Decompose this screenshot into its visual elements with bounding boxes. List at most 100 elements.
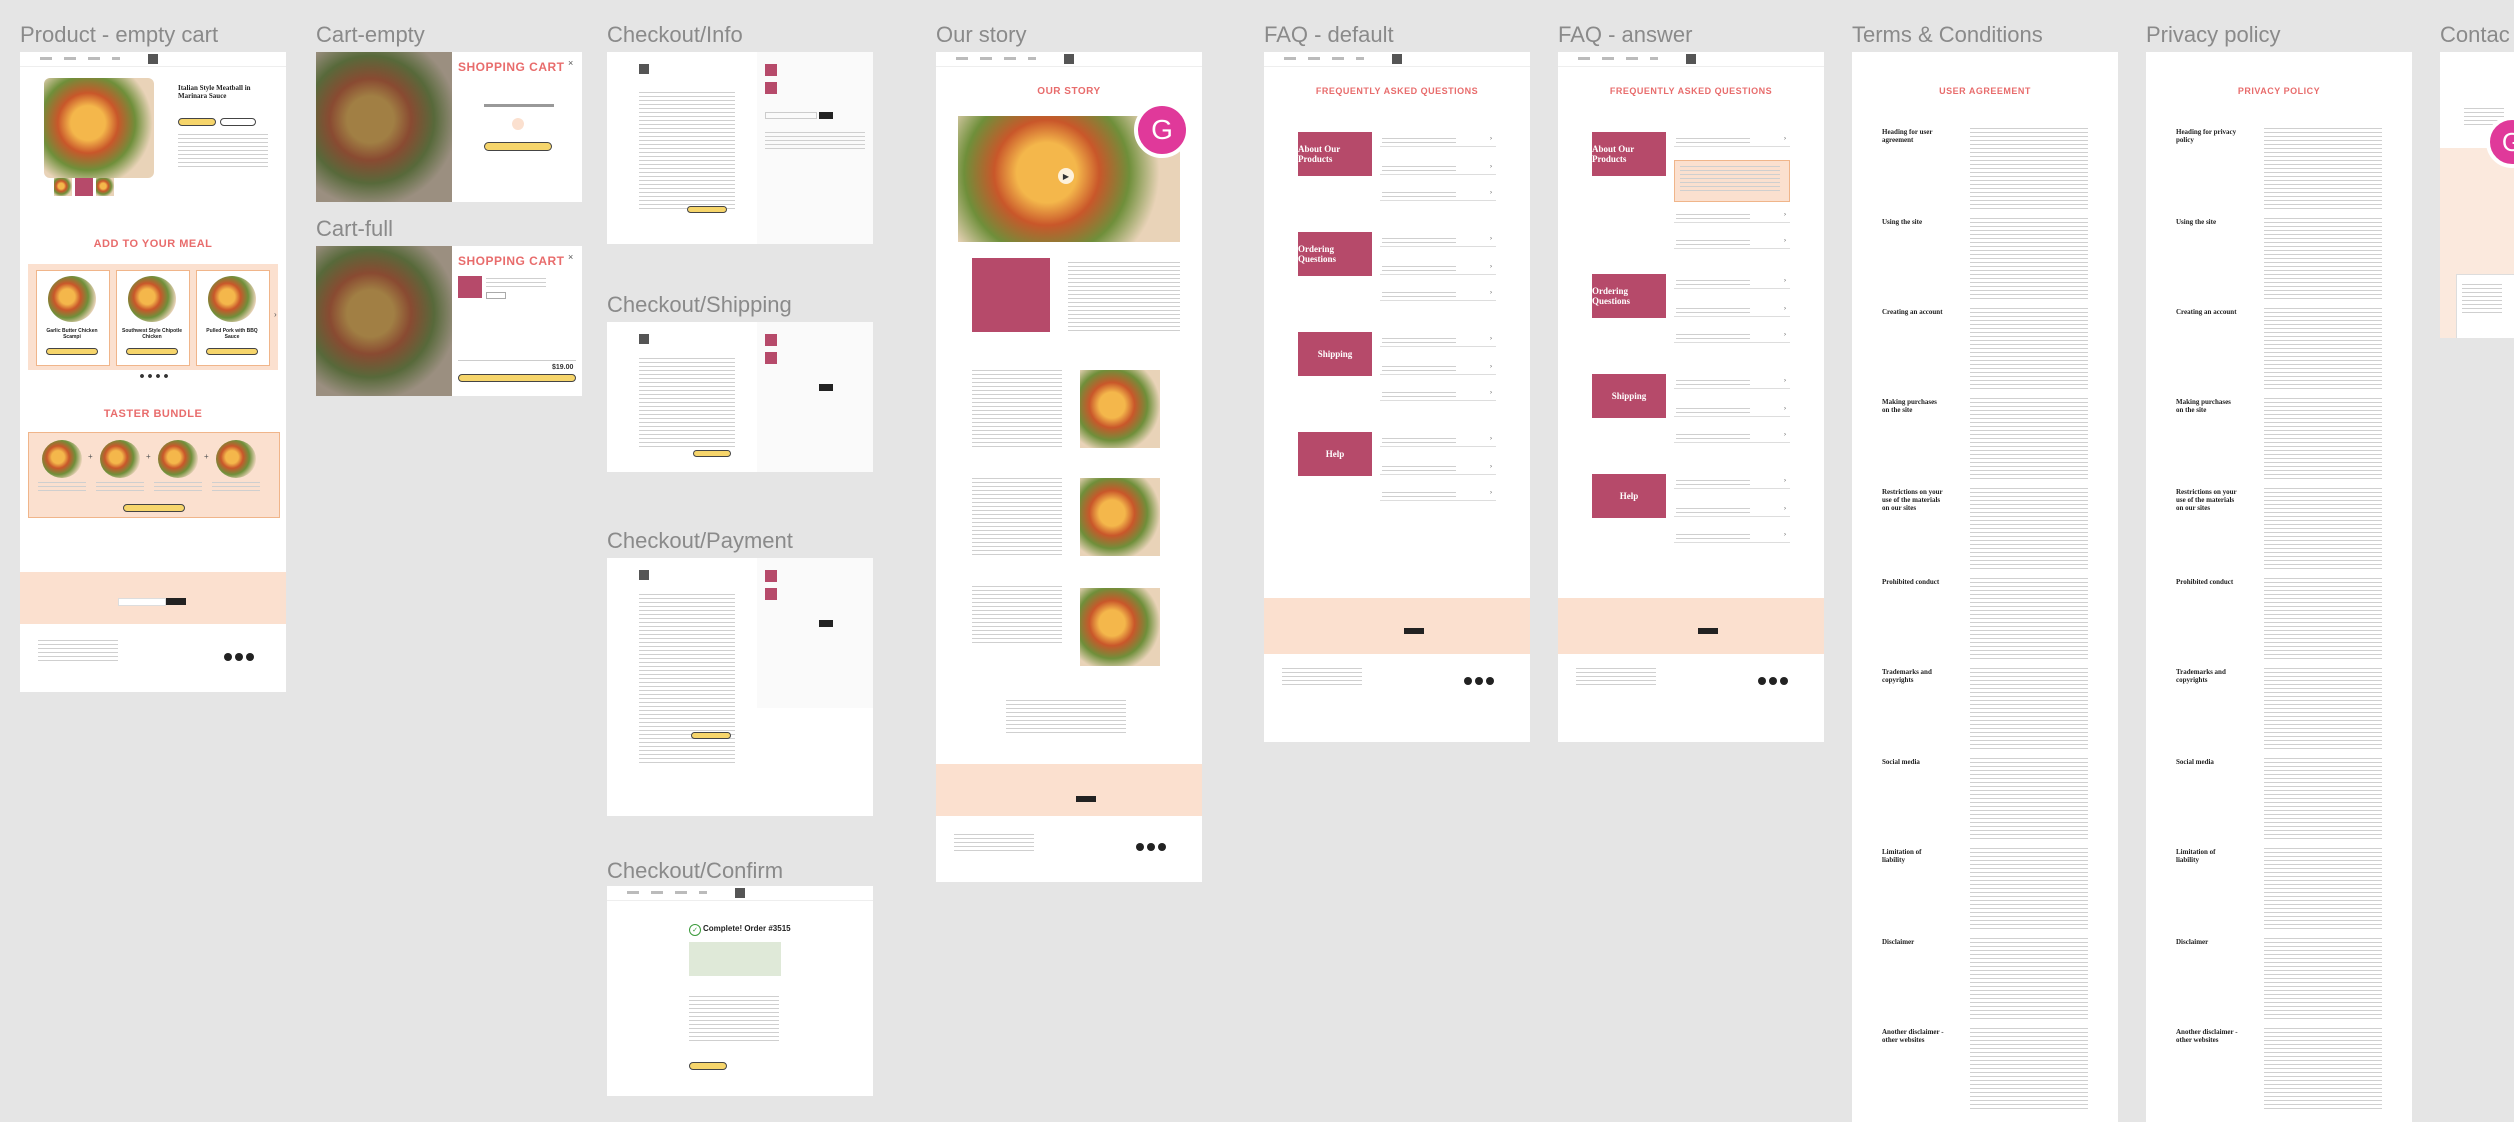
empty-cart-message	[484, 104, 554, 107]
faq-category-ordering[interactable]: Ordering Questions	[1592, 274, 1666, 318]
faq-question-text	[1676, 214, 1750, 219]
signup-button[interactable]	[166, 598, 186, 605]
close-icon[interactable]: ×	[568, 58, 573, 68]
frame-title-checkout-payment[interactable]: Checkout/Payment	[607, 528, 793, 554]
contact-form-fields[interactable]	[2462, 284, 2502, 314]
footer-links[interactable]	[38, 640, 118, 664]
chevron-down-icon[interactable]: ›	[1784, 212, 1786, 218]
carousel-dots[interactable]	[138, 374, 168, 378]
social-icons[interactable]	[1136, 838, 1169, 856]
order-complete-heading: Complete! Order #3515	[703, 924, 791, 933]
chevron-down-icon[interactable]: ›	[1490, 136, 1492, 142]
faq-category-ordering[interactable]: Ordering Questions	[1298, 232, 1372, 276]
frame-title-privacy[interactable]: Privacy policy	[2146, 22, 2280, 48]
faq-category-about[interactable]: About Our Products	[1592, 132, 1666, 176]
faq-category-about[interactable]: About Our Products	[1298, 132, 1372, 176]
checkout-button[interactable]	[458, 374, 576, 382]
subscribe-button[interactable]	[220, 118, 256, 126]
bundle-add-button[interactable]	[123, 504, 185, 512]
chevron-down-icon[interactable]: ›	[1490, 436, 1492, 442]
apply-button[interactable]	[819, 112, 833, 119]
chevron-down-icon[interactable]: ›	[1490, 390, 1492, 396]
site-navbar	[1264, 52, 1530, 67]
chevron-down-icon[interactable]: ›	[1784, 278, 1786, 284]
addon-add-button[interactable]	[46, 348, 98, 355]
chevron-down-icon[interactable]: ›	[1784, 378, 1786, 384]
chevron-down-icon[interactable]: ›	[1784, 432, 1786, 438]
chevron-down-icon[interactable]: ›	[1784, 478, 1786, 484]
avatar[interactable]: G	[1134, 102, 1190, 158]
frame-title-cart-empty[interactable]: Cart-empty	[316, 22, 425, 48]
chevron-down-icon[interactable]: ›	[1490, 364, 1492, 370]
thumbnail[interactable]	[96, 178, 114, 196]
chevron-down-icon[interactable]: ›	[1490, 336, 1492, 342]
footer-links[interactable]	[1576, 668, 1656, 688]
email-input[interactable]	[118, 598, 166, 606]
pay-now-button[interactable]	[691, 732, 731, 739]
chevron-down-icon[interactable]: ›	[1490, 190, 1492, 196]
signup-button[interactable]	[1404, 628, 1424, 634]
section-body	[2264, 128, 2382, 212]
faq-question-text	[1676, 240, 1750, 245]
continue-shopping-button[interactable]	[689, 1062, 727, 1070]
chevron-down-icon[interactable]: ›	[1784, 332, 1786, 338]
frame-privacy: PRIVACY POLICY Heading for privacy polic…	[2146, 52, 2412, 1122]
play-icon[interactable]: ▶	[1058, 168, 1074, 184]
section-body	[2264, 1028, 2382, 1112]
frame-title-faq-answer[interactable]: FAQ - answer	[1558, 22, 1692, 48]
social-icons[interactable]	[1464, 672, 1497, 690]
signup-button[interactable]	[1076, 796, 1096, 802]
modal-overlay[interactable]	[316, 246, 452, 396]
footer-links[interactable]	[1282, 668, 1362, 688]
thumbnail[interactable]	[75, 178, 93, 196]
addon-add-button[interactable]	[126, 348, 178, 355]
apply-button[interactable]	[819, 620, 833, 627]
continue-button[interactable]	[687, 206, 727, 213]
chevron-down-icon[interactable]: ›	[1784, 506, 1786, 512]
discount-input[interactable]	[765, 112, 817, 119]
frame-title-terms[interactable]: Terms & Conditions	[1852, 22, 2043, 48]
chevron-right-icon[interactable]: ›	[274, 310, 277, 319]
chevron-down-icon[interactable]: ›	[1784, 136, 1786, 142]
apply-button[interactable]	[819, 384, 833, 391]
addon-add-button[interactable]	[206, 348, 258, 355]
add-to-cart-button[interactable]	[178, 118, 216, 126]
continue-button[interactable]	[693, 450, 731, 457]
quantity-stepper[interactable]	[486, 292, 506, 299]
signup-button[interactable]	[1698, 628, 1718, 634]
chevron-down-icon[interactable]: ›	[1784, 306, 1786, 312]
chevron-down-icon[interactable]: ›	[1784, 406, 1786, 412]
frame-title-checkout-shipping[interactable]: Checkout/Shipping	[607, 292, 792, 318]
chevron-down-icon[interactable]: ›	[1490, 264, 1492, 270]
social-icons[interactable]	[224, 648, 257, 666]
faq-question-text	[1676, 508, 1750, 513]
chevron-down-icon[interactable]: ›	[1784, 238, 1786, 244]
frame-title-cart-full[interactable]: Cart-full	[316, 216, 393, 242]
chevron-down-icon[interactable]: ›	[1490, 464, 1492, 470]
frame-title-checkout-confirm[interactable]: Checkout/Confirm	[607, 858, 783, 884]
frame-title-contact[interactable]: Contac	[2440, 22, 2510, 48]
faq-category-help[interactable]: Help	[1298, 432, 1372, 476]
frame-title-our-story[interactable]: Our story	[936, 22, 1026, 48]
chevron-down-icon[interactable]: ›	[1784, 532, 1786, 538]
social-icons[interactable]	[1758, 672, 1791, 690]
continue-shopping-button[interactable]	[484, 142, 552, 151]
section-heading: Making purchases on the site	[1882, 398, 1937, 414]
faq-category-shipping[interactable]: Shipping	[1298, 332, 1372, 376]
faq-category-shipping[interactable]: Shipping	[1592, 374, 1666, 418]
frame-title-faq-default[interactable]: FAQ - default	[1264, 22, 1394, 48]
shipping-method-form[interactable]	[639, 358, 735, 448]
modal-overlay[interactable]	[316, 52, 452, 202]
thumbnail[interactable]	[54, 178, 72, 196]
delivery-map[interactable]	[689, 942, 781, 976]
contact-shipping-form[interactable]	[639, 92, 735, 212]
chevron-down-icon[interactable]: ›	[1490, 236, 1492, 242]
chevron-down-icon[interactable]: ›	[1490, 490, 1492, 496]
close-icon[interactable]: ×	[568, 252, 573, 262]
frame-title-checkout-info[interactable]: Checkout/Info	[607, 22, 743, 48]
frame-title-product-empty[interactable]: Product - empty cart	[20, 22, 218, 48]
chevron-down-icon[interactable]: ›	[1490, 290, 1492, 296]
footer-links[interactable]	[954, 834, 1034, 854]
faq-category-help[interactable]: Help	[1592, 474, 1666, 518]
chevron-down-icon[interactable]: ›	[1490, 164, 1492, 170]
